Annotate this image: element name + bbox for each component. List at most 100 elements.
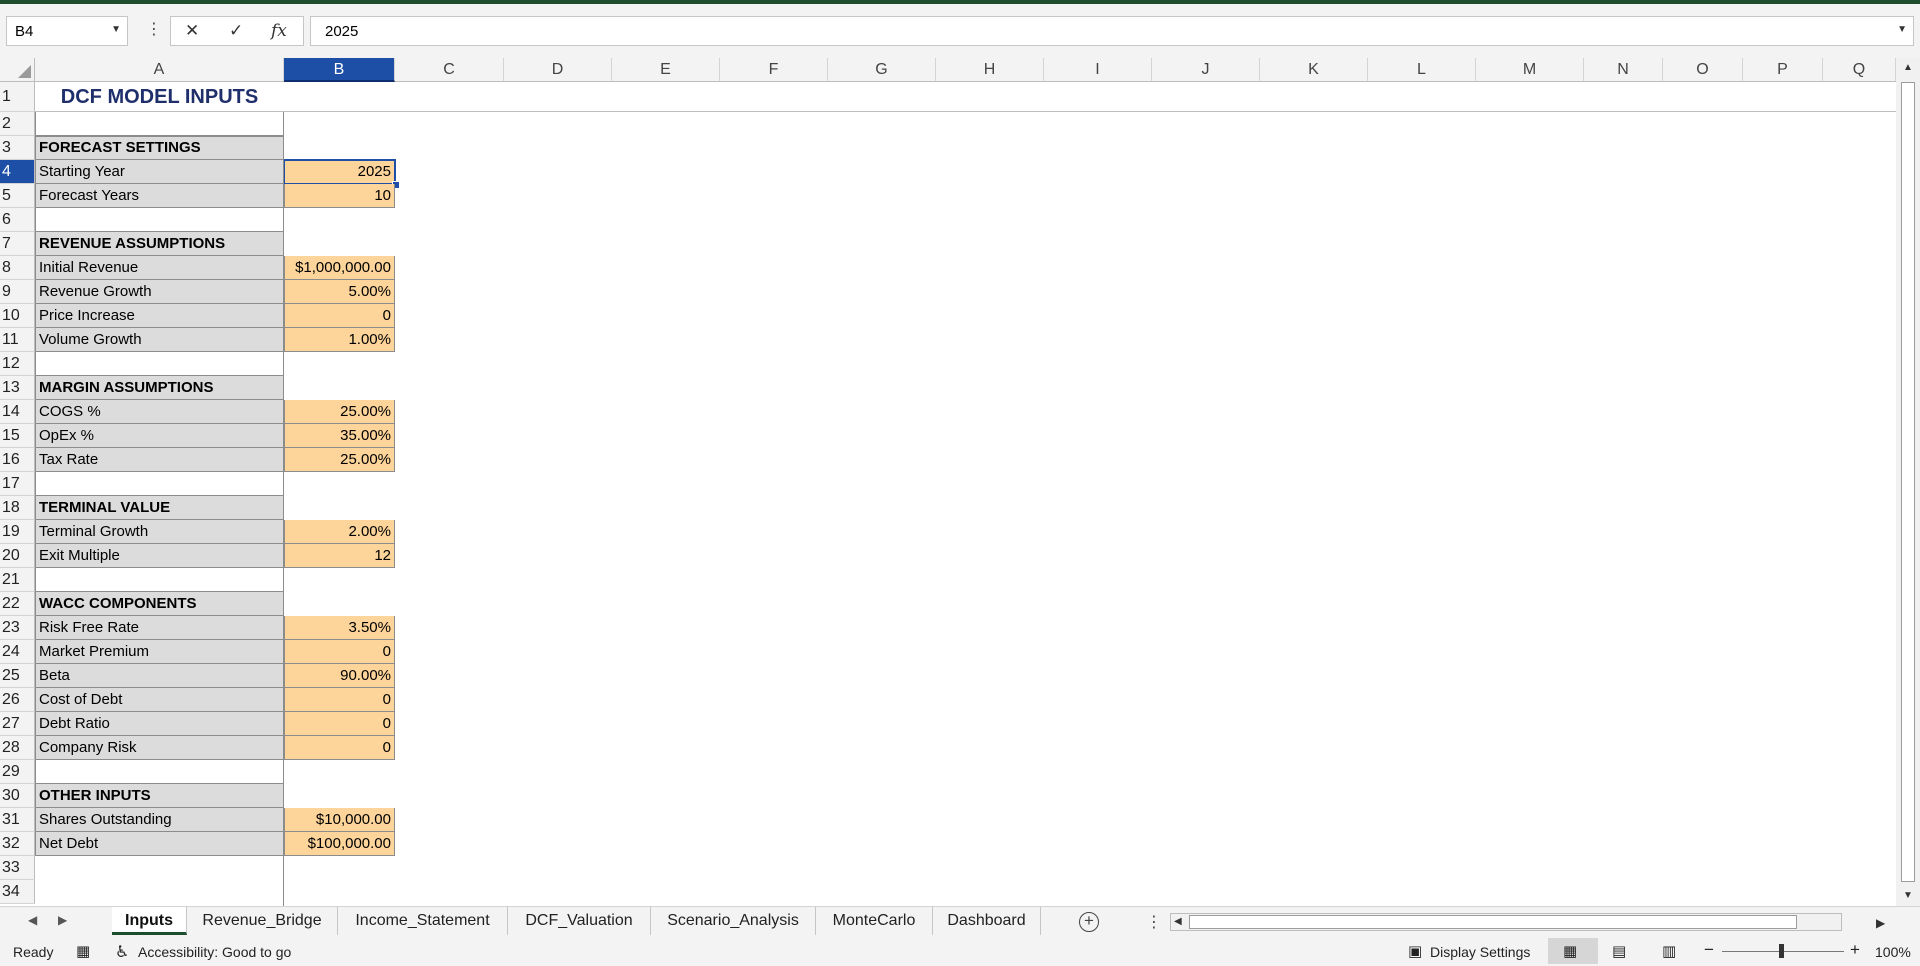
row-header-11[interactable]: 11 [0, 328, 35, 352]
select-all-corner[interactable] [0, 58, 35, 82]
column-header-q[interactable]: Q [1823, 58, 1896, 82]
zoom-out-icon[interactable]: − [1704, 940, 1714, 960]
input-value-cell[interactable]: 12 [284, 544, 395, 568]
column-header-n[interactable]: N [1584, 58, 1663, 82]
row-header-17[interactable]: 17 [0, 472, 35, 496]
label-cell[interactable]: Revenue Growth [35, 280, 284, 304]
page-layout-icon[interactable]: ▤ [1612, 942, 1626, 960]
label-cell[interactable]: Net Debt [35, 832, 284, 856]
column-header-f[interactable]: F [720, 58, 828, 82]
label-cell[interactable]: Market Premium [35, 640, 284, 664]
row-header-21[interactable]: 21 [0, 568, 35, 592]
column-header-p[interactable]: P [1743, 58, 1823, 82]
label-cell[interactable]: OpEx % [35, 424, 284, 448]
row-header-7[interactable]: 7 [0, 232, 35, 256]
enter-icon[interactable]: ✓ [229, 21, 243, 41]
input-value-cell[interactable]: 0 [284, 688, 395, 712]
label-cell[interactable]: Risk Free Rate [35, 616, 284, 640]
zoom-level[interactable]: 100% [1875, 944, 1911, 960]
label-cell[interactable]: Company Risk [35, 736, 284, 760]
label-cell[interactable]: Debt Ratio [35, 712, 284, 736]
add-sheet-icon[interactable]: + [1079, 912, 1099, 932]
blank-cell[interactable] [35, 352, 284, 376]
page-break-preview-icon[interactable]: ▥ [1662, 942, 1676, 960]
row-header-26[interactable]: 26 [0, 688, 35, 712]
sheet-tab-scenario-analysis[interactable]: Scenario_Analysis [651, 907, 816, 935]
section-header-cell[interactable]: FORECAST SETTINGS [35, 136, 284, 160]
prev-sheet-icon[interactable]: ◀ [28, 913, 37, 927]
label-cell[interactable]: Volume Growth [35, 328, 284, 352]
insert-function-icon[interactable]: fx [271, 21, 287, 41]
row-header-25[interactable]: 25 [0, 664, 35, 688]
row-header-3[interactable]: 3 [0, 136, 35, 160]
input-value-cell[interactable]: 25.00% [284, 400, 395, 424]
label-cell[interactable]: Shares Outstanding [35, 808, 284, 832]
row-header-30[interactable]: 30 [0, 784, 35, 808]
column-header-m[interactable]: M [1476, 58, 1584, 82]
label-cell[interactable]: Exit Multiple [35, 544, 284, 568]
label-cell[interactable]: Initial Revenue [35, 256, 284, 280]
column-header-j[interactable]: J [1152, 58, 1260, 82]
more-options-icon[interactable]: ⋮ [146, 19, 162, 39]
name-box-dropdown-icon[interactable]: ▼ [111, 24, 121, 35]
label-cell[interactable]: Beta [35, 664, 284, 688]
label-cell[interactable]: COGS % [35, 400, 284, 424]
column-header-a[interactable]: A [35, 58, 284, 82]
column-header-c[interactable]: C [395, 58, 504, 82]
sheet-tab-inputs[interactable]: Inputs [112, 907, 187, 935]
scroll-right-icon[interactable]: ▶ [1876, 916, 1885, 930]
row-header-9[interactable]: 9 [0, 280, 35, 304]
row-header-18[interactable]: 18 [0, 496, 35, 520]
sheet-tab-income-statement[interactable]: Income_Statement [338, 907, 508, 935]
label-cell[interactable]: Forecast Years [35, 184, 284, 208]
formula-input[interactable]: 2025 ▼ [310, 16, 1914, 46]
row-header-10[interactable]: 10 [0, 304, 35, 328]
accessibility-status[interactable]: Accessibility: Good to go [138, 944, 291, 960]
input-value-cell[interactable]: 25.00% [284, 448, 395, 472]
column-header-k[interactable]: K [1260, 58, 1368, 82]
label-cell[interactable]: Terminal Growth [35, 520, 284, 544]
row-header-14[interactable]: 14 [0, 400, 35, 424]
tab-options-icon[interactable]: ⋮ [1146, 912, 1162, 932]
row-header-34[interactable]: 34 [0, 880, 35, 904]
blank-cell[interactable] [35, 568, 284, 592]
row-header-29[interactable]: 29 [0, 760, 35, 784]
display-settings-label[interactable]: Display Settings [1430, 944, 1530, 960]
vertical-scroll-thumb[interactable] [1901, 82, 1915, 882]
label-cell[interactable]: Cost of Debt [35, 688, 284, 712]
column-header-e[interactable]: E [612, 58, 720, 82]
vertical-scrollbar[interactable]: ▲ ▼ [1896, 58, 1920, 906]
row-header-12[interactable]: 12 [0, 352, 35, 376]
input-value-cell[interactable]: 5.00% [284, 280, 395, 304]
input-value-cell[interactable]: 2.00% [284, 520, 395, 544]
sheet-tab-revenue-bridge[interactable]: Revenue_Bridge [187, 907, 338, 935]
column-header-b[interactable]: B [284, 58, 395, 82]
input-value-cell[interactable]: $10,000.00 [284, 808, 395, 832]
input-value-cell[interactable]: 0 [284, 736, 395, 760]
row-header-5[interactable]: 5 [0, 184, 35, 208]
section-header-cell[interactable]: TERMINAL VALUE [35, 496, 284, 520]
row-header-1[interactable]: 1 [0, 82, 35, 112]
row-header-32[interactable]: 32 [0, 832, 35, 856]
expand-formula-bar-icon[interactable]: ▼ [1897, 24, 1907, 35]
label-cell[interactable]: Starting Year [35, 160, 284, 184]
scroll-up-icon[interactable]: ▲ [1903, 62, 1913, 73]
blank-cell[interactable] [35, 208, 284, 232]
blank-cell[interactable] [35, 472, 284, 496]
input-value-cell[interactable]: $100,000.00 [284, 832, 395, 856]
row-header-8[interactable]: 8 [0, 256, 35, 280]
column-header-l[interactable]: L [1368, 58, 1476, 82]
column-header-o[interactable]: O [1663, 58, 1743, 82]
row-header-19[interactable]: 19 [0, 520, 35, 544]
next-sheet-icon[interactable]: ▶ [58, 913, 67, 927]
row-header-23[interactable]: 23 [0, 616, 35, 640]
section-header-cell[interactable]: WACC COMPONENTS [35, 592, 284, 616]
column-header-g[interactable]: G [828, 58, 936, 82]
label-cell[interactable]: Tax Rate [35, 448, 284, 472]
input-value-cell[interactable]: 35.00% [284, 424, 395, 448]
row-header-27[interactable]: 27 [0, 712, 35, 736]
row-header-31[interactable]: 31 [0, 808, 35, 832]
column-header-i[interactable]: I [1044, 58, 1152, 82]
column-header-h[interactable]: H [936, 58, 1044, 82]
horizontal-scrollbar[interactable]: ◀ [1170, 913, 1842, 931]
